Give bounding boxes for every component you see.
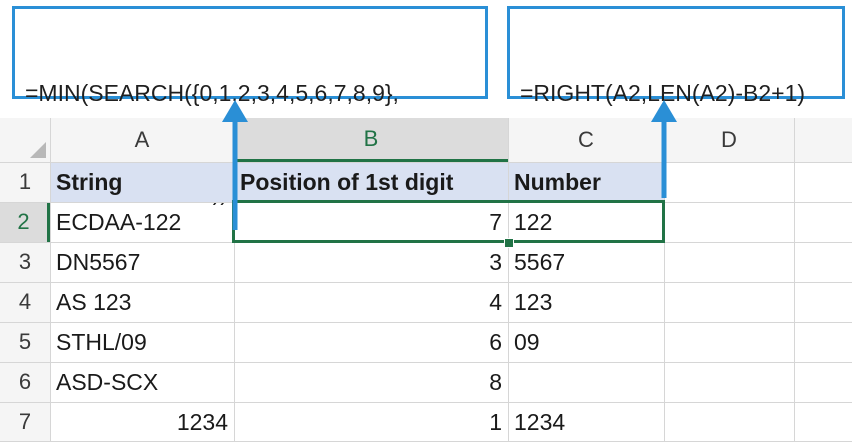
row-header-5[interactable]: 5 bbox=[0, 322, 50, 362]
row-header-1[interactable]: 1 bbox=[0, 162, 50, 202]
cell-a4[interactable]: AS 123 bbox=[50, 282, 234, 322]
right-formula-callout: =RIGHT(A2,LEN(A2)-B2+1) bbox=[507, 6, 845, 106]
cell-c1[interactable]: Number bbox=[508, 162, 664, 202]
cell-b5[interactable]: 6 bbox=[234, 322, 508, 362]
cell-b1[interactable]: Position of 1st digit bbox=[234, 162, 508, 202]
cell-c5[interactable]: 09 bbox=[508, 322, 664, 362]
gridline bbox=[0, 162, 852, 163]
gridline bbox=[0, 362, 852, 363]
cell-a5[interactable]: STHL/09 bbox=[50, 322, 234, 362]
cell-b4[interactable]: 4 bbox=[234, 282, 508, 322]
cell-a7[interactable]: 1234 bbox=[50, 402, 234, 442]
column-header-c[interactable]: C bbox=[508, 118, 664, 162]
cell-b6[interactable]: 8 bbox=[234, 362, 508, 402]
cell-c4[interactable]: 123 bbox=[508, 282, 664, 322]
gridline bbox=[0, 322, 852, 323]
select-all-triangle-icon bbox=[30, 142, 46, 158]
row-header-3[interactable]: 3 bbox=[0, 242, 50, 282]
row-header-2[interactable]: 2 bbox=[0, 202, 50, 242]
fill-handle[interactable] bbox=[504, 238, 514, 248]
arrow-up-icon bbox=[651, 100, 677, 198]
row-header-6[interactable]: 6 bbox=[0, 362, 50, 402]
column-header-d[interactable]: D bbox=[664, 118, 794, 162]
active-cell-border bbox=[232, 200, 665, 243]
row-header-4[interactable]: 4 bbox=[0, 282, 50, 322]
search-formula-callout: =MIN(SEARCH({0,1,2,3,4,5,6,7,8,9}, A2&"0… bbox=[12, 6, 488, 205]
arrow-up-icon bbox=[222, 100, 248, 230]
cell-a6[interactable]: ASD-SCX bbox=[50, 362, 234, 402]
cell-c3[interactable]: 5567 bbox=[508, 242, 664, 282]
column-header-a[interactable]: A bbox=[50, 118, 234, 162]
cell-b3[interactable]: 3 bbox=[234, 242, 508, 282]
cell-c7[interactable]: 1234 bbox=[508, 402, 664, 442]
gridline bbox=[794, 118, 795, 442]
column-header-e[interactable] bbox=[794, 118, 852, 162]
cell-b7[interactable]: 1 bbox=[234, 402, 508, 442]
gridline bbox=[0, 282, 852, 283]
cell-a3[interactable]: DN5567 bbox=[50, 242, 234, 282]
search-formula-line1: =MIN(SEARCH({0,1,2,3,4,5,6,7,8,9}, bbox=[25, 80, 399, 106]
gridline bbox=[508, 118, 509, 442]
cell-c6[interactable] bbox=[508, 362, 664, 402]
select-all-corner[interactable] bbox=[0, 118, 50, 162]
gridline bbox=[0, 402, 852, 403]
row-header-7[interactable]: 7 bbox=[0, 402, 50, 442]
gridline bbox=[50, 118, 51, 442]
cell-a2[interactable]: ECDAA-122 bbox=[50, 202, 234, 242]
cell-a1[interactable]: String bbox=[50, 162, 234, 202]
spreadsheet-grid: A B C D 1 2 3 4 5 6 7 String Position of… bbox=[0, 118, 852, 442]
column-header-b[interactable]: B bbox=[234, 118, 508, 162]
